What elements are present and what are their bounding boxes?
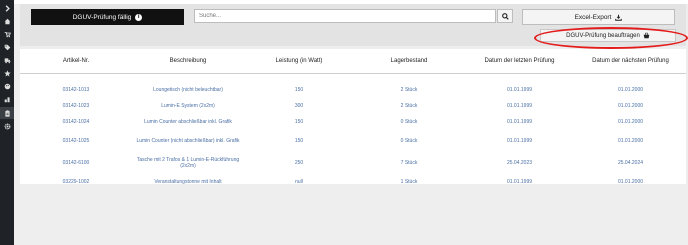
star-icon[interactable] bbox=[0, 68, 14, 78]
stock: 2 Stück bbox=[400, 102, 418, 109]
clipboard-icon[interactable] bbox=[0, 107, 14, 119]
truck-icon[interactable] bbox=[0, 55, 14, 65]
article-no[interactable]: 03142-1023 bbox=[20, 98, 132, 114]
last-check-date: 01.01.1999 bbox=[506, 137, 533, 144]
stock: 0 Stück bbox=[400, 137, 418, 144]
excel-export-button[interactable]: Excel-Export bbox=[522, 9, 675, 25]
next-check-date: 01.01.2000 bbox=[617, 102, 644, 109]
article-no[interactable]: 03142-1024 bbox=[20, 114, 132, 130]
table-row[interactable]: 03142-1013 Loungetisch (nicht beleuchtba… bbox=[20, 82, 686, 98]
table-row[interactable]: 03229-1002 Veranstaltungstonne mit Inhal… bbox=[20, 174, 686, 190]
home-icon[interactable] bbox=[0, 16, 14, 26]
description[interactable]: Loungetisch (nicht beleuchtbar) bbox=[132, 82, 244, 98]
power: 150 bbox=[294, 86, 304, 93]
table-row[interactable]: 03142-1025 Lumin Counter (nicht abschlie… bbox=[20, 130, 686, 152]
chevron-right-icon[interactable] bbox=[0, 3, 14, 13]
next-check-date: 01.01.2000 bbox=[617, 86, 644, 93]
excel-export-label: Excel-Export bbox=[574, 13, 612, 21]
power: 300 bbox=[294, 102, 304, 109]
description[interactable]: Tasche mit 2 Trafos & 1 Lumin-E-Rückführ… bbox=[132, 152, 244, 174]
power: 150 bbox=[294, 137, 304, 144]
description[interactable]: Lumin Counter (nicht abschließbar) inkl.… bbox=[132, 130, 244, 152]
article-no[interactable]: 03142-6100 bbox=[20, 152, 132, 174]
next-check-date: 01.01.2000 bbox=[617, 137, 644, 144]
next-check-date: 01.01.2000 bbox=[617, 178, 644, 185]
description[interactable]: Lumin Counter abschließbar inkl. Grafik bbox=[132, 114, 244, 130]
col-header-last-check[interactable]: Datum der letzten Prüfung bbox=[464, 49, 575, 74]
dguv-order-label: DGUV-Prüfung beauftragen bbox=[566, 32, 640, 39]
article-no[interactable]: 03229-1002 bbox=[20, 174, 132, 190]
stock: 2 Stück bbox=[400, 86, 418, 93]
col-header-article-no[interactable]: Artikel-Nr. bbox=[20, 49, 132, 74]
stock: 0 Stück bbox=[400, 118, 418, 125]
col-header-power[interactable]: Leistung (in Watt) bbox=[244, 49, 354, 74]
gear-icon[interactable] bbox=[0, 121, 14, 131]
dguv-due-button[interactable]: DGUV-Prüfung fällig i bbox=[31, 9, 184, 25]
tag-icon[interactable] bbox=[0, 42, 14, 52]
toolbar: DGUV-Prüfung fällig i Excel-Export DGUV-… bbox=[20, 4, 688, 49]
palette-icon[interactable] bbox=[0, 81, 14, 91]
cart-icon[interactable] bbox=[0, 29, 14, 39]
table-header-row: Artikel-Nr. Beschreibung Leistung (in Wa… bbox=[20, 49, 686, 74]
search-input[interactable] bbox=[194, 9, 496, 23]
next-check-date: 25.04.2024 bbox=[617, 159, 644, 166]
last-check-date: 01.01.1999 bbox=[506, 102, 533, 109]
last-check-date: 25.04.2023 bbox=[506, 159, 533, 166]
basket-icon bbox=[643, 32, 650, 39]
article-no[interactable]: 03142-1013 bbox=[20, 82, 132, 98]
chart-icon[interactable] bbox=[0, 94, 14, 104]
col-header-description[interactable]: Beschreibung bbox=[132, 49, 244, 74]
dguv-due-label: DGUV-Prüfung fällig bbox=[72, 13, 132, 21]
dguv-order-button[interactable]: DGUV-Prüfung beauftragen bbox=[540, 29, 676, 42]
last-check-date: 01.01.1999 bbox=[506, 86, 533, 93]
download-icon bbox=[615, 14, 623, 21]
search-icon bbox=[501, 12, 509, 20]
search-button[interactable] bbox=[497, 9, 513, 23]
article-no[interactable]: 03142-1025 bbox=[20, 130, 132, 152]
table-row[interactable]: 03142-6100 Tasche mit 2 Trafos & 1 Lumin… bbox=[20, 152, 686, 174]
sidebar bbox=[0, 0, 14, 245]
col-header-next-check[interactable]: Datum der nächsten Prüfung bbox=[575, 49, 686, 74]
power: null bbox=[295, 178, 303, 185]
stock: 1 Stück bbox=[400, 178, 418, 185]
info-icon: i bbox=[135, 13, 143, 21]
inspection-table: Artikel-Nr. Beschreibung Leistung (in Wa… bbox=[20, 49, 686, 185]
description[interactable]: Veranstaltungstonne mit Inhalt bbox=[132, 174, 244, 190]
last-check-date: 01.01.1999 bbox=[506, 178, 533, 185]
power: 250 bbox=[294, 159, 304, 166]
description[interactable]: Lumin-E System (2x2m) bbox=[132, 98, 244, 114]
stock: 7 Stück bbox=[400, 159, 418, 166]
power: 150 bbox=[294, 118, 304, 125]
next-check-date: 01.01.2000 bbox=[617, 118, 644, 125]
table-row[interactable]: 03142-1023 Lumin-E System (2x2m) 300 2 S… bbox=[20, 98, 686, 114]
table-row[interactable]: 03142-1024 Lumin Counter abschließbar in… bbox=[20, 114, 686, 130]
last-check-date: 01.01.1999 bbox=[506, 118, 533, 125]
col-header-stock[interactable]: Lagerbestand bbox=[354, 49, 464, 74]
